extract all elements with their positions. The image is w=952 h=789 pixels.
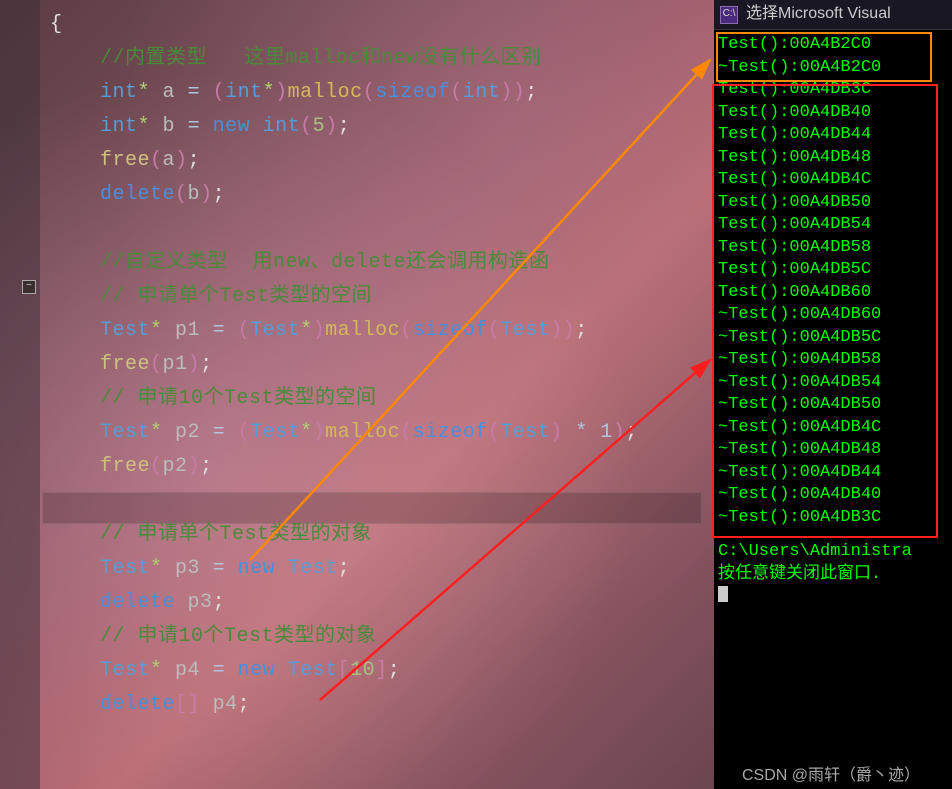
console-app-icon: C:\ xyxy=(720,6,738,24)
console-cursor xyxy=(718,586,948,611)
annotation-box-red xyxy=(712,84,938,538)
code-line[interactable]: Test* p1 = (Test*)malloc(sizeof(Test)); xyxy=(50,314,714,348)
code-line[interactable]: delete[] p4; xyxy=(50,688,714,722)
code-line[interactable]: // 申请单个Test类型的空间 xyxy=(50,280,714,314)
code-line[interactable]: int* b = new int(5); xyxy=(50,110,714,144)
console-titlebar[interactable]: C:\ 选择 Microsoft Visual xyxy=(714,0,952,30)
console-prompt-path: C:\Users\Administra xyxy=(718,541,948,564)
watermark-text: CSDN @雨轩（爵丶迹） xyxy=(742,761,920,785)
code-line[interactable]: Test* p4 = new Test[10]; xyxy=(50,654,714,688)
code-line[interactable]: // 申请单个Test类型的对象 xyxy=(50,518,714,552)
code-line[interactable]: free(p2); xyxy=(50,450,714,484)
code-line[interactable]: { xyxy=(50,8,714,42)
code-line[interactable] xyxy=(50,484,714,518)
code-line[interactable]: //自定义类型 用new、delete还会调用构造函 xyxy=(50,246,714,280)
code-line[interactable]: Test* p2 = (Test*)malloc(sizeof(Test) * … xyxy=(50,416,714,450)
code-line[interactable]: //内置类型 这里malloc和new没有什么区别 xyxy=(50,42,714,76)
code-line[interactable]: delete(b); xyxy=(50,178,714,212)
console-title-prefix: 选择 xyxy=(746,3,778,26)
code-line[interactable]: Test* p3 = new Test; xyxy=(50,552,714,586)
code-area[interactable]: { //内置类型 这里malloc和new没有什么区别 int* a = (in… xyxy=(10,8,714,722)
code-editor-pane[interactable]: − { //内置类型 这里malloc和new没有什么区别 int* a = (… xyxy=(0,0,714,789)
code-line[interactable]: free(a); xyxy=(50,144,714,178)
code-line[interactable]: int* a = (int*)malloc(sizeof(int)); xyxy=(50,76,714,110)
annotation-box-orange xyxy=(716,32,932,82)
code-line[interactable] xyxy=(50,212,714,246)
code-line[interactable]: // 申请10个Test类型的空间 xyxy=(50,382,714,416)
code-line[interactable]: delete p3; xyxy=(50,586,714,620)
console-title-app: Microsoft Visual xyxy=(778,3,891,26)
code-line[interactable]: free(p1); xyxy=(50,348,714,382)
console-prompt-hint: 按任意键关闭此窗口. xyxy=(718,564,948,587)
code-line[interactable]: // 申请10个Test类型的对象 xyxy=(50,620,714,654)
